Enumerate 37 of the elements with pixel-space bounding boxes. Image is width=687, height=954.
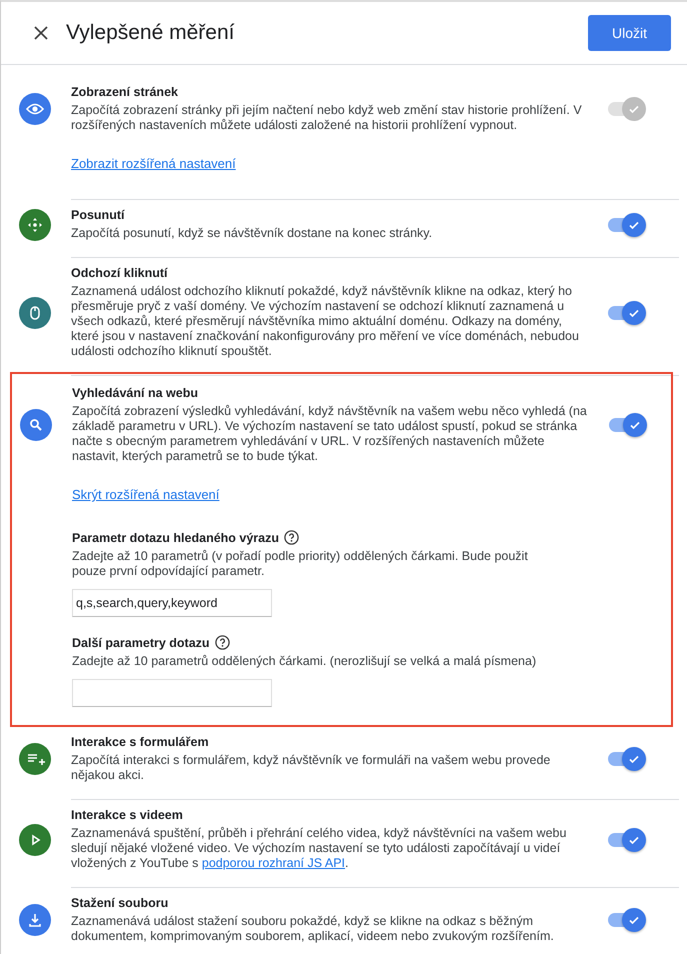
toggle-switch[interactable] [609,413,647,437]
help-icon[interactable] [284,530,300,545]
field-label: Parametr dotazu hledaného výrazu [72,530,280,544]
setting-description: Započítá zobrazení stránky při jejím načtení nebo když web změní stav historie prohlížení. V rozšířených nastaveních můžete události založené na historii prohlížení vypnout. [71,103,583,133]
toggle-switch[interactable] [608,908,646,932]
check-icon [629,419,641,431]
setting-description: Zaznamenává spuštění, průběh i přehrání celého videa, když návštěvníci na vašem webu sledují nějaké vložené video. Ve výchozím nastavení se tyto události započítávají u videí vložených z YouTube s podporou rozhraní JS API. [71,826,568,871]
field-label: Další parametry dotazu [72,636,210,650]
toggle-switch[interactable] [608,212,646,236]
setting-title: Zobrazení stránek [71,85,179,99]
setting-title: Interakce s formulářem [71,735,210,749]
setting-title: Stažení souboru [71,896,170,910]
help-icon[interactable] [214,635,230,650]
input-field[interactable]: q,s,search,query,keyword [72,589,272,617]
field-hint: Zadejte až 10 parametrů oddělených čárkami. (nerozlišují se velká a malá písmena) [72,654,538,669]
advanced-settings-link[interactable]: Skrýt rozšířená nastavení [72,487,220,502]
setting-title: Interakce s videem [71,808,184,822]
setting-description: Započítá zobrazení výsledků vyhledávání, když návštěvník na vašem webu něco vyhledá (na základě parametru v URL). Ve výchozím nastavení se tato událost spustí, pokud se stránka načte s obecným parametrem vyhledávání v URL. V rozšířených nastaveních můžete nastavit, kterých parametrů se to bude týkat. [72,404,588,464]
check-icon [628,753,640,765]
setting-title: Odchozí kliknutí [71,266,169,280]
check-icon [628,914,640,926]
api-link[interactable]: podporou rozhraní JS API [202,856,346,870]
dialog-title: Vylepšené měření [66,21,236,45]
setting-description: Zaznamenává událost stažení souboru pokaždé, když se klikne na odkaz s běžným dokumentem, komprimovaným souborem, aplikací, videem nebo zvukovým rozšířením. [71,914,555,944]
toggle-switch[interactable] [608,300,646,324]
input-field[interactable] [72,679,272,707]
setting-title: Posunutí [71,208,126,222]
setting-description: Započítá posunutí, když se návštěvník dostane na konec stránky. [71,226,434,241]
toggle-switch[interactable] [608,747,646,771]
toggle-switch[interactable] [608,828,646,852]
setting-title: Vyhledávání na webu [72,386,199,400]
check-icon [628,103,640,115]
save-button[interactable]: Uložit [588,15,671,51]
setting-description: Započítá interakci s formulářem, když návštěvník ve formuláři na vašem webu provede nějakou akci. [71,753,552,783]
close-icon[interactable] [34,26,48,40]
setting-description: Zaznamená událost odchozího kliknutí pokaždé, když návštěvník klikne na odkaz, který ho přesměruje pryč z vaší domény. Ve výchozím nastavení se odchozí kliknutí zaznamená u všech odkazů, které přesměrují návštěvníka mimo aktuální doménu. Odkazy na domény, které jsou v nastavení značkování nakonfigurovány pro měření ve více doménách, nebudou události odchozího kliknutí spouštět. [71,284,580,359]
field-hint: Zadejte až 10 parametrů (v pořadí podle priority) oddělených čárkami. Bude použit pouze první odpovídající parametr. [72,549,529,579]
